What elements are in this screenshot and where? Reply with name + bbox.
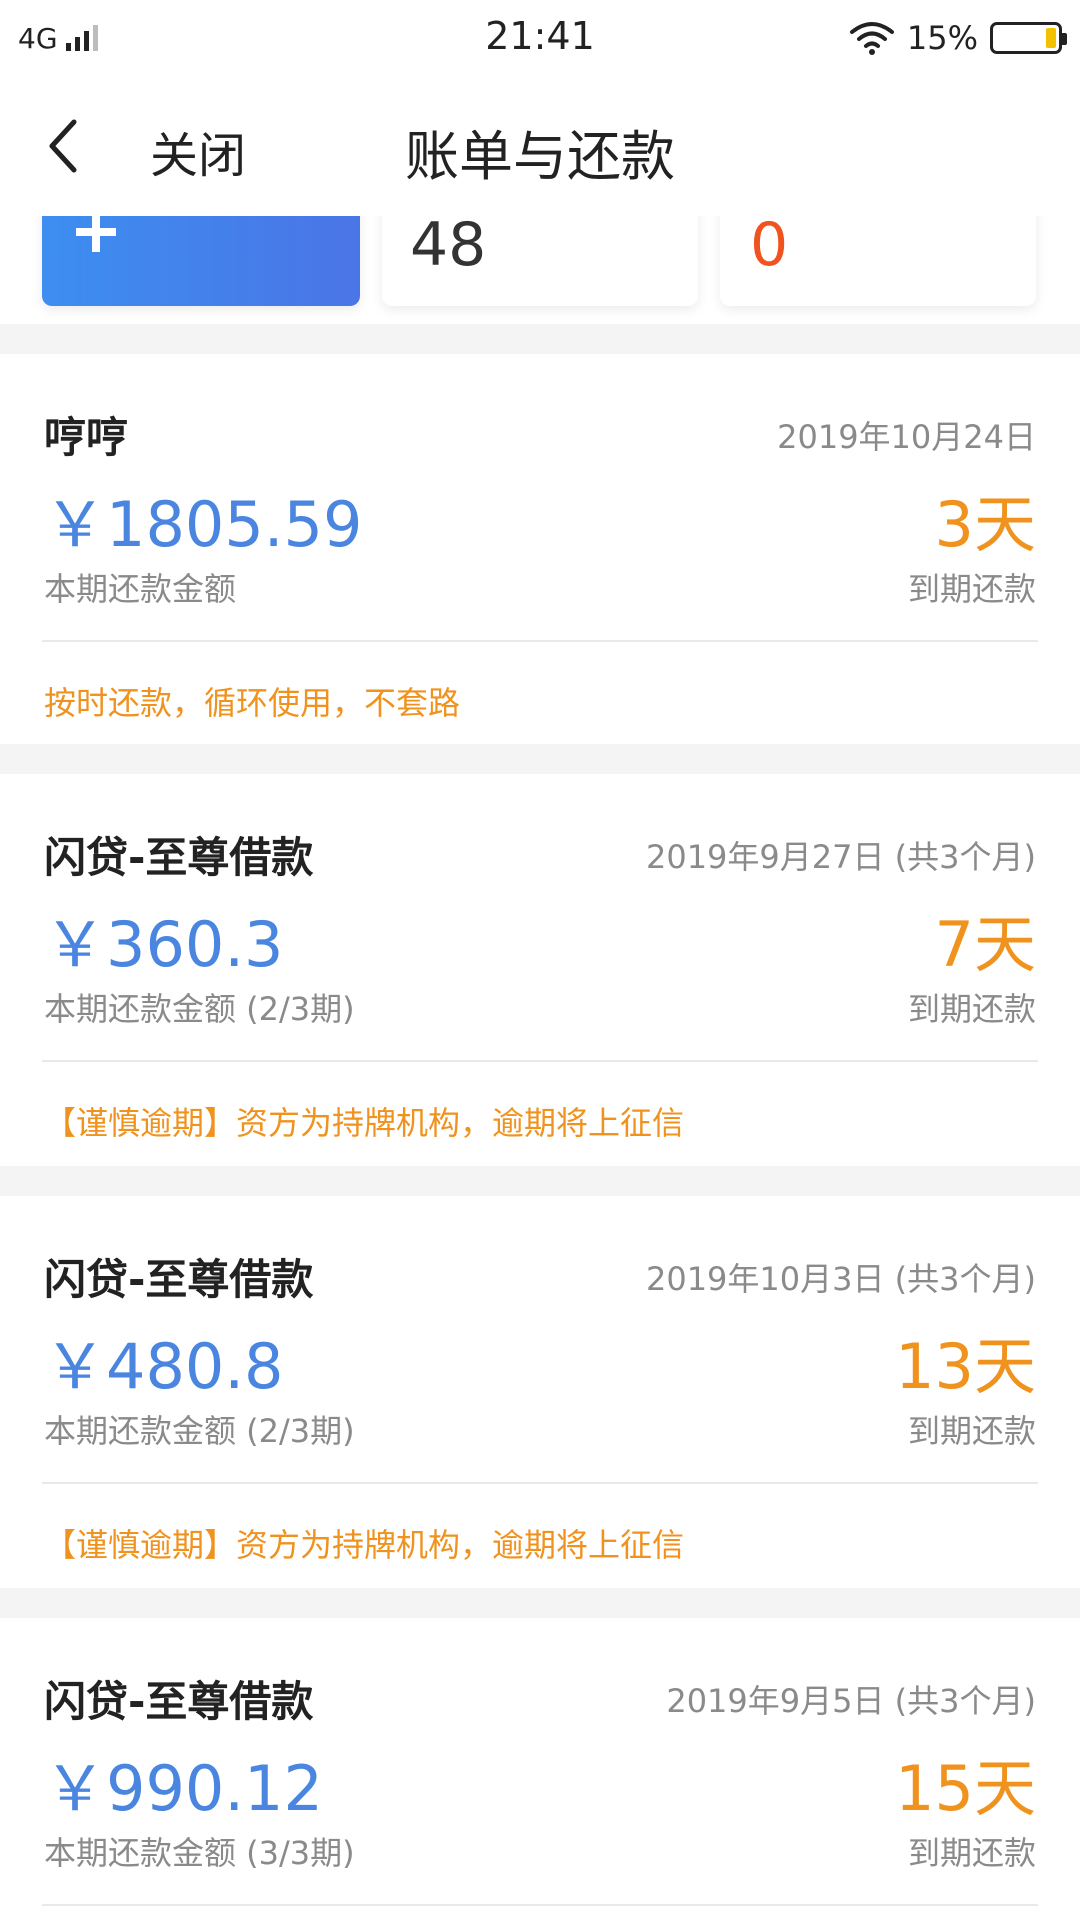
bill-amount: ￥360.3 <box>44 908 284 981</box>
bill-due-label: 到期还款 <box>907 1412 1036 1450</box>
bill-days-left: 13天 <box>895 1330 1036 1403</box>
bill-amount: ￥480.8 <box>44 1330 284 1403</box>
divider <box>42 1482 1038 1484</box>
summary-card-third[interactable]: 0 <box>720 216 1036 306</box>
bill-name: 闪贷-至尊借款 <box>44 833 314 882</box>
divider <box>42 1060 1038 1062</box>
section-gap <box>0 1588 1080 1618</box>
battery-label: 15% <box>906 19 978 57</box>
bill-date: 2019年9月5日 (共3个月) <box>666 1682 1036 1720</box>
bill-date: 2019年9月27日 (共3个月) <box>645 838 1036 876</box>
wifi-icon <box>849 22 894 55</box>
summary-card-primary[interactable] <box>42 216 360 306</box>
section-gap <box>0 1166 1080 1196</box>
bill-date: 2019年10月24日 <box>777 418 1036 456</box>
bill-name: 闪贷-至尊借款 <box>44 1255 314 1304</box>
bill-amount-label: 本期还款金额 <box>44 570 237 608</box>
page-title: 账单与还款 <box>405 125 675 188</box>
status-right: 15% <box>849 16 1067 60</box>
summary-row: 48 0 <box>0 216 1080 324</box>
battery-fill <box>1046 28 1056 48</box>
divider <box>42 1904 1038 1906</box>
bill-amount-label: 本期还款金额 (2/3期) <box>44 990 355 1028</box>
bill-notice: 按时还款，循环使用，不套路 <box>44 684 461 722</box>
bill-name: 哼哼 <box>44 413 129 462</box>
bill-notice: 【谨慎逾期】资方为持牌机构，逾期将上征信 <box>44 1104 685 1142</box>
bill-due-label: 到期还款 <box>907 1834 1036 1872</box>
bill-name: 闪贷-至尊借款 <box>44 1677 314 1726</box>
section-gap <box>0 324 1080 354</box>
bill-card[interactable]: 哼哼 2019年10月24日 ￥1805.59 3天 本期还款金额 到期还款 按… <box>0 354 1080 744</box>
divider <box>42 640 1038 642</box>
bill-date: 2019年10月3日 (共3个月) <box>645 1260 1036 1298</box>
section-gap <box>0 744 1080 774</box>
bill-due-label: 到期还款 <box>907 570 1036 608</box>
bill-card[interactable]: 闪贷-至尊借款 2019年9月5日 (共3个月) ￥990.12 15天 本期还… <box>0 1618 1080 1920</box>
bill-amount: ￥990.12 <box>44 1752 323 1825</box>
nav-bar: 关闭 账单与还款 <box>0 76 1080 216</box>
bill-card[interactable]: 闪贷-至尊借款 2019年9月27日 (共3个月) ￥360.3 7天 本期还款… <box>0 774 1080 1166</box>
bill-days-left: 3天 <box>934 488 1036 561</box>
battery-icon <box>990 22 1067 54</box>
bill-notice: 【谨慎逾期】资方为持牌机构，逾期将上征信 <box>44 1526 685 1564</box>
bill-amount-label: 本期还款金额 (3/3期) <box>44 1834 355 1872</box>
summary-value: 0 <box>750 216 789 280</box>
status-bar: 4G 21:41 15% <box>0 0 1080 76</box>
summary-card-second[interactable]: 48 <box>382 216 698 306</box>
bill-due-label: 到期还款 <box>907 990 1036 1028</box>
bill-amount-label: 本期还款金额 (2/3期) <box>44 1412 355 1450</box>
bill-days-left: 15天 <box>895 1752 1036 1825</box>
bill-card[interactable]: 闪贷-至尊借款 2019年10月3日 (共3个月) ￥480.8 13天 本期还… <box>0 1196 1080 1588</box>
summary-value: 48 <box>410 216 487 280</box>
bill-days-left: 7天 <box>934 908 1036 981</box>
bill-amount: ￥1805.59 <box>44 488 363 561</box>
plus-icon <box>76 216 116 252</box>
